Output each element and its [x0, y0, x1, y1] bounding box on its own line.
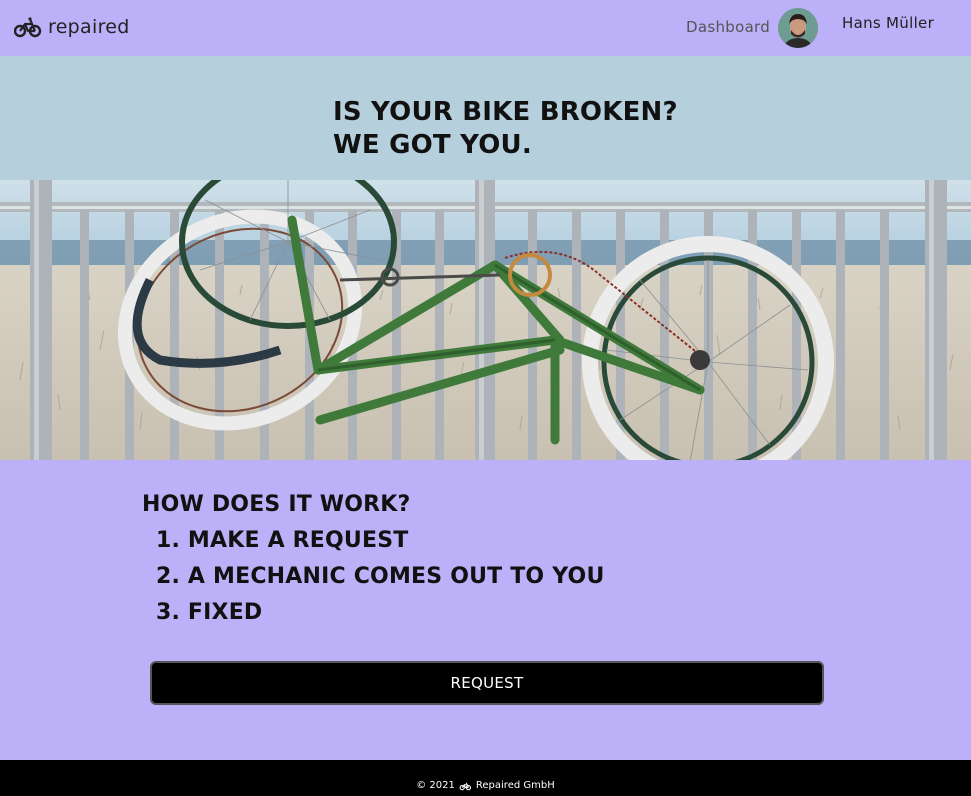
company-name: Repaired GmbH	[475, 780, 555, 791]
copyright-prefix: © 2021	[416, 780, 455, 791]
footer-copyright: © 2021 Repaired GmbH	[0, 780, 971, 791]
bike-logo-icon	[459, 781, 471, 790]
bike-logo-icon	[14, 17, 42, 38]
broken-bike-photo	[0, 180, 971, 460]
how-it-works-section: HOW DOES IT WORK? 1. MAKE A REQUEST 2. A…	[142, 492, 605, 631]
user-avatar-icon	[778, 8, 818, 48]
hero-title-line2: WE GOT YOU.	[333, 130, 532, 160]
navbar: repaired Dashboard Hans Müller	[0, 0, 971, 56]
brand-name: repaired	[48, 16, 130, 38]
brand-link[interactable]: repaired	[14, 15, 130, 39]
step-item: 1. MAKE A REQUEST	[156, 528, 409, 553]
footer: © 2021 Repaired GmbH	[0, 760, 971, 796]
hero-bike-image	[0, 180, 971, 460]
hero-title: IS YOUR BIKE BROKEN? WE GOT YOU.	[333, 96, 678, 162]
step-item: 3. FIXED	[156, 600, 263, 625]
hero-title-line1: IS YOUR BIKE BROKEN?	[333, 97, 678, 127]
steps-list: 1. MAKE A REQUEST 2. A MECHANIC COMES OU…	[142, 523, 605, 631]
hero-banner: IS YOUR BIKE BROKEN? WE GOT YOU.	[0, 56, 971, 180]
request-button[interactable]: REQUEST	[150, 661, 824, 705]
nav-link-dashboard[interactable]: Dashboard	[686, 18, 770, 36]
user-name[interactable]: Hans Müller	[842, 14, 934, 32]
how-it-works-title: HOW DOES IT WORK?	[142, 492, 411, 517]
step-item: 2. A MECHANIC COMES OUT TO YOU	[156, 564, 605, 589]
avatar[interactable]	[778, 8, 818, 48]
